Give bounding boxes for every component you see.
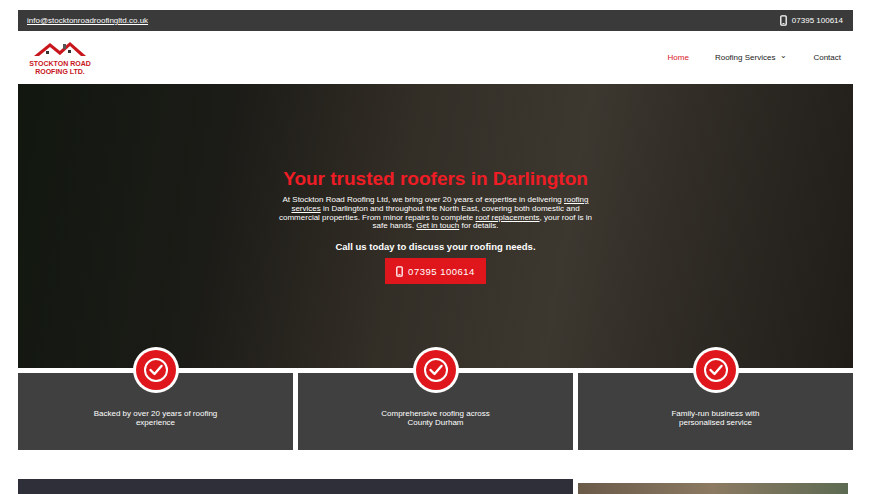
inline-link[interactable]: roof replacements xyxy=(476,213,540,222)
check-circle xyxy=(696,350,736,390)
check-badge xyxy=(693,347,739,393)
email-link[interactable]: info@stocktonroadroofingltd.co.uk xyxy=(27,16,148,25)
nav-label[interactable]: Home xyxy=(668,53,689,62)
check-icon xyxy=(143,357,169,383)
header: STOCKTON ROADROOFING LTD. Home Roofing Ser… xyxy=(18,31,853,84)
check-circle xyxy=(416,350,456,390)
nav-item[interactable]: Contact xyxy=(813,53,841,62)
check-badge xyxy=(133,347,179,393)
logo-line: STOCKTON ROAD xyxy=(29,60,91,68)
nav-item[interactable]: Roofing Services ⌄ xyxy=(715,53,787,62)
top-phone[interactable]: 07395 100614 xyxy=(780,15,843,26)
text-run: At Stockton Road Roofing Ltd, we bring o… xyxy=(283,195,565,204)
call-button[interactable]: 07395 100614 xyxy=(385,258,486,284)
phone-icon xyxy=(780,15,787,26)
check-icon xyxy=(703,357,729,383)
chevron-icon[interactable]: ⌄ xyxy=(780,51,787,60)
feature-card: Comprehensive roofing across County Durh… xyxy=(298,373,573,450)
inline-link[interactable]: Get in touch xyxy=(416,221,459,230)
phone-number[interactable]: 07395 100614 xyxy=(792,16,843,25)
hero-paragraph: At Stockton Road Roofing Ltd, we bring o… xyxy=(273,196,598,231)
call-text: Call us today to discuss your roofing ne… xyxy=(335,241,535,252)
check-badge xyxy=(413,347,459,393)
text-run: for details. xyxy=(459,221,498,230)
hero: Your trusted roofers in Darlington At Sto… xyxy=(18,84,853,368)
nav-label[interactable]: Contact xyxy=(813,53,841,62)
check-icon xyxy=(423,357,449,383)
logo[interactable]: STOCKTON ROADROOFING LTD. xyxy=(27,40,93,76)
main-nav: Home Roofing Services ⌄ Contact xyxy=(668,53,841,62)
dark-panel xyxy=(18,479,573,494)
next-section xyxy=(18,479,853,494)
nav-item[interactable]: Home xyxy=(668,53,689,62)
feature-card: Backed by over 20 years of roofing exper… xyxy=(18,373,293,450)
hero-title: Your trusted roofers in Darlington xyxy=(283,168,588,190)
feature-text: Backed by over 20 years of roofing exper… xyxy=(88,409,223,427)
call-button-label[interactable]: 07395 100614 xyxy=(408,266,475,277)
top-bar: info@stocktonroadroofingltd.co.uk 07395 1… xyxy=(18,10,853,31)
features: Backed by over 20 years of roofing exper… xyxy=(18,373,853,450)
check-circle xyxy=(136,350,176,390)
feature-card: Family-run business with personalised se… xyxy=(578,373,853,450)
roof-photo xyxy=(578,483,848,494)
feature-text: Family-run business with personalised se… xyxy=(648,409,783,427)
phone-icon xyxy=(396,266,403,277)
house-roof-icon xyxy=(30,40,90,60)
logo-line: ROOFING LTD. xyxy=(35,68,85,76)
feature-text: Comprehensive roofing across County Durh… xyxy=(368,409,503,427)
nav-label[interactable]: Roofing Services xyxy=(715,53,775,62)
